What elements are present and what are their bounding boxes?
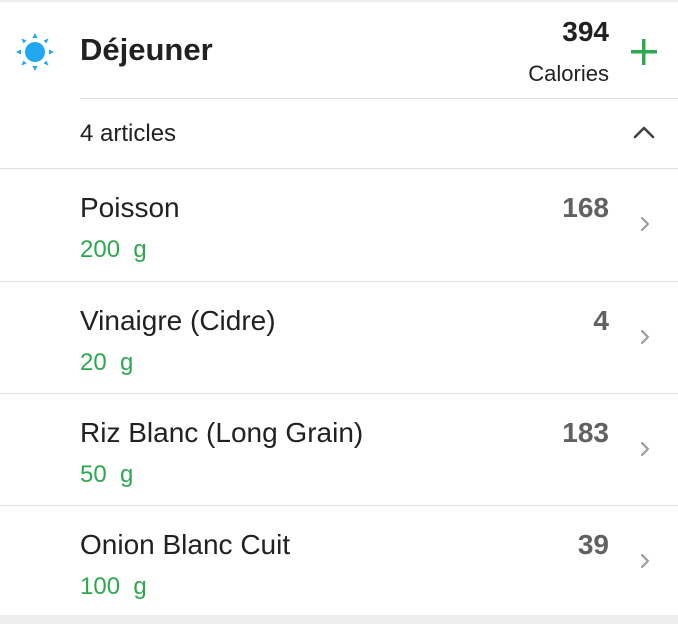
chevron-up-icon (633, 126, 655, 139)
chevron-right-icon (640, 216, 650, 232)
meal-title: Déjeuner (80, 32, 213, 67)
chevron-right-icon (640, 441, 650, 457)
food-item-name: Vinaigre (Cidre) (80, 305, 276, 336)
food-item-name: Poisson (80, 192, 180, 223)
food-item-calories: 39 (577, 529, 609, 560)
food-item-quantity: 200 g (80, 236, 147, 263)
item-count-label: 4 articles (80, 120, 177, 147)
food-item-quantity: 50 g (80, 461, 134, 488)
bottom-separator (0, 615, 678, 624)
food-item-row[interactable]: Riz Blanc (Long Grain) 50 g 183 (0, 394, 678, 506)
sun-icon (16, 33, 54, 71)
food-item-name: Onion Blanc Cuit (80, 529, 291, 560)
food-item-name: Riz Blanc (Long Grain) (80, 417, 364, 448)
chevron-right-icon (640, 553, 650, 569)
food-item-calories: 168 (562, 192, 609, 223)
item-count-toggle[interactable]: 4 articles (0, 99, 678, 167)
chevron-right-icon (640, 329, 650, 345)
food-item-row[interactable]: Onion Blanc Cuit 100 g 39 (0, 506, 678, 618)
food-item-calories: 183 (562, 417, 609, 448)
meal-header: Déjeuner 394 Calories (0, 2, 678, 98)
meal-calories-unit: Calories (528, 61, 609, 86)
food-item-row[interactable]: Poisson 200 g 168 (0, 169, 678, 281)
meal-calories-value: 394 (562, 16, 609, 47)
food-item-quantity: 20 g (80, 349, 134, 376)
food-item-quantity: 100 g (80, 573, 147, 600)
food-item-row[interactable]: Vinaigre (Cidre) 20 g 4 (0, 282, 678, 394)
food-item-calories: 4 (593, 305, 609, 336)
add-food-button[interactable] (626, 34, 662, 70)
